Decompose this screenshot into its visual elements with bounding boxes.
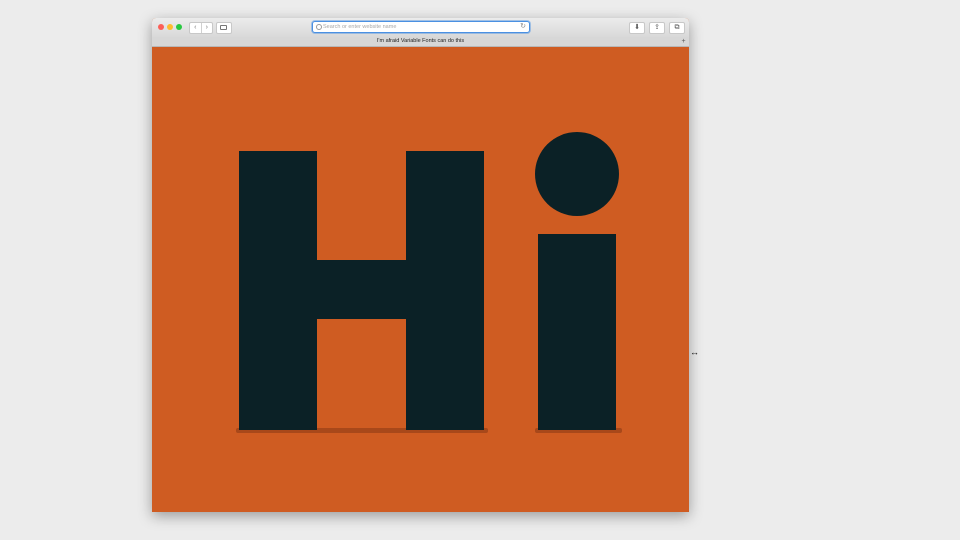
tab-bar: I'm afraid Variable Fonts can do this + [152, 37, 689, 47]
browser-toolbar: ‹ › ↻ ⬇ ⇪ ⧉ [152, 18, 689, 38]
letter-h-left-stem [239, 151, 317, 430]
back-button[interactable]: ‹ [190, 23, 201, 33]
address-bar[interactable]: ↻ [312, 21, 530, 33]
tabs-overview-button[interactable]: ⧉ [669, 22, 685, 34]
search-icon [316, 24, 322, 30]
zoom-window-button[interactable] [176, 24, 182, 30]
letter-h-right-stem [406, 151, 484, 430]
reload-icon[interactable]: ↻ [520, 22, 526, 32]
letter-h-crossbar [317, 260, 406, 319]
browser-window: ‹ › ↻ ⬇ ⇪ ⧉ I'm afraid Variable Fonts ca… [152, 18, 689, 512]
address-input[interactable] [323, 22, 513, 32]
download-button[interactable]: ⬇ [629, 22, 645, 34]
page-content [152, 47, 689, 512]
navigation-buttons: ‹ › [189, 22, 213, 34]
share-button[interactable]: ⇪ [649, 22, 665, 34]
letter-i-dot [535, 132, 619, 216]
sidebar-icon [220, 25, 227, 30]
minimize-window-button[interactable] [167, 24, 173, 30]
letter-i-stem [538, 234, 616, 430]
sidebar-toggle-button[interactable] [216, 22, 232, 34]
forward-button[interactable]: › [200, 23, 213, 33]
tab-title[interactable]: I'm afraid Variable Fonts can do this [152, 37, 689, 46]
new-tab-button[interactable]: + [680, 38, 687, 45]
close-window-button[interactable] [158, 24, 164, 30]
resize-cursor-icon: ↔ [690, 347, 699, 357]
